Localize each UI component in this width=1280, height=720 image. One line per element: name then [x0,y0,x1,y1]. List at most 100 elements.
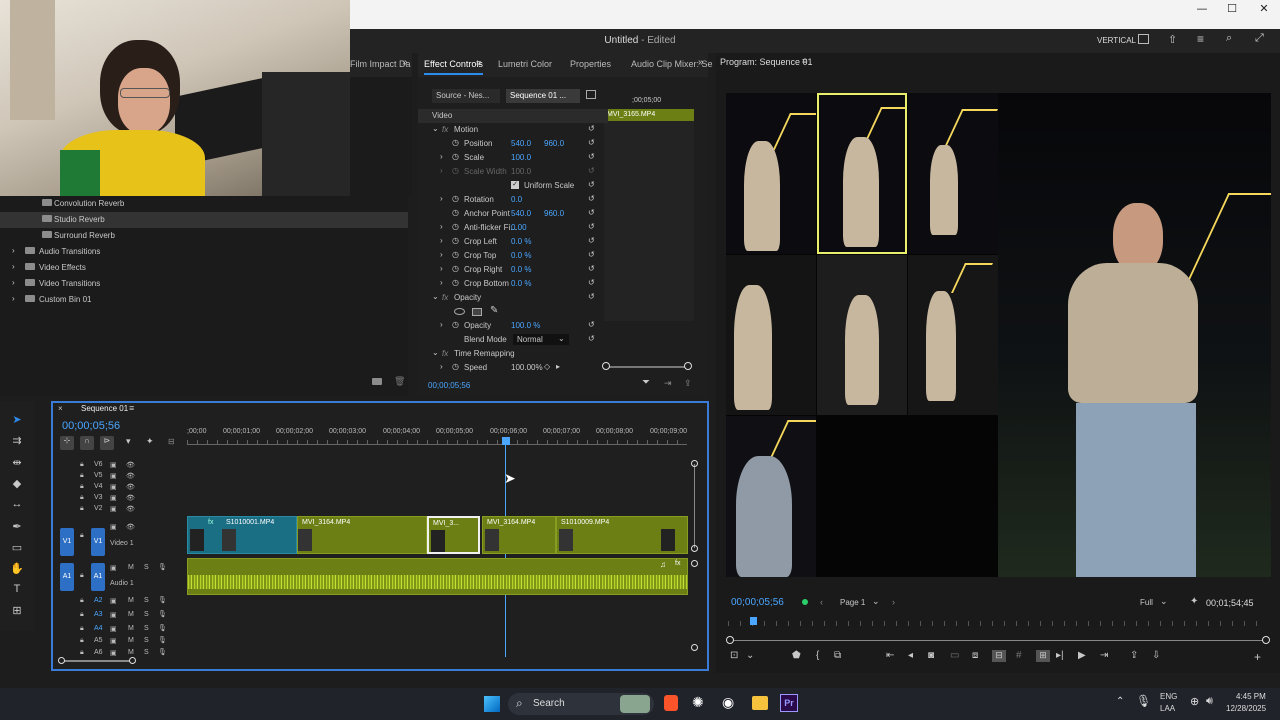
lock-icon[interactable]: 🔒︎ [80,505,84,513]
effect-opacity[interactable]: ⌄ fx Opacity ↺ [418,291,608,305]
horizontal-zoom-bar[interactable] [62,660,134,662]
network-icon[interactable]: ⊕ [1190,695,1199,708]
track-select-icon[interactable]: ⇉ [9,434,25,448]
multicam-icon[interactable]: ⊟ [992,650,1006,662]
filter-icon[interactable]: ⏷ [642,377,650,388]
rotation-value[interactable]: 0.0 [511,195,522,204]
stopwatch-icon[interactable]: ◷ [452,222,459,231]
razor-icon[interactable]: ◆ [9,477,25,491]
eye-icon[interactable]: 👁︎ [126,494,135,502]
clock-time[interactable]: 4:45 PM [1236,692,1266,701]
reset-icon[interactable]: ↺ [588,166,595,175]
timeline-timecode[interactable]: 00;00;05;56 [62,420,120,432]
stopwatch-icon[interactable]: ◷ [452,236,459,245]
ec-scroll-handle[interactable] [684,362,692,370]
solo-button[interactable]: S [144,564,149,571]
mic-icon[interactable]: 🎙︎ [158,624,167,632]
fx-icon[interactable]: fx [442,125,448,134]
lock-icon[interactable]: 🔒︎ [80,597,84,605]
chevron-right-icon[interactable]: › [12,294,15,303]
ec-scroll-handle[interactable] [602,362,610,370]
sequence-tab[interactable]: Sequence 01 [81,404,128,413]
fx-icon[interactable]: fx [442,293,448,302]
overwrite-icon[interactable]: ⇩ [1152,650,1160,661]
antiflicker-value[interactable]: 0.00 [511,223,527,232]
audio-clip[interactable]: ♫ fx [187,558,688,595]
source-patch-v1[interactable]: V1 [60,528,74,556]
scroll-handle[interactable] [691,644,698,651]
pen-icon[interactable]: ✒ [9,520,25,534]
tab-lumetri-color[interactable]: Lumetri Color [498,59,552,69]
camera-icon[interactable]: ◙ [928,650,934,661]
fullscreen-icon[interactable]: ⤢ [1255,32,1264,45]
ellipse-mask-icon[interactable] [454,308,465,315]
caption-icon[interactable]: ⊞ [9,604,25,618]
zoom-select[interactable]: Full [1136,596,1157,609]
volume-icon[interactable]: 🔊︎ [1206,695,1213,708]
workspace-label[interactable]: VERTICAL [1097,36,1136,45]
lock-icon[interactable]: 🔒︎ [80,637,84,645]
play-around-icon[interactable]: ▸| [1056,650,1064,661]
selection-tool-icon[interactable]: ➤ [9,413,25,427]
premiere-icon[interactable]: Pr [780,694,798,712]
position-y-value[interactable]: 960.0 [544,139,564,148]
solo-button[interactable]: S [144,637,149,644]
new-bin-icon[interactable] [372,378,382,385]
reset-icon[interactable]: ↺ [588,264,595,273]
solo-button[interactable]: S [144,597,149,604]
sync-icon[interactable]: ▣ [110,564,117,572]
solo-button[interactable]: S [144,649,149,656]
opacity-value[interactable]: 100.0 % [511,321,540,330]
mute-button[interactable]: M [128,649,134,656]
language-secondary[interactable]: LAA [1160,704,1175,713]
lock-icon[interactable]: 🔒︎ [80,625,84,633]
chevron-right-icon[interactable]: › [440,222,443,231]
tab-menu-icon[interactable]: ≡ [802,56,807,66]
layout-icon[interactable] [1138,34,1149,44]
chevron-down-icon[interactable]: ⌄ [432,292,439,301]
slip-icon[interactable]: ↔ [9,498,25,512]
folder-row[interactable]: › Audio Transitions [0,244,408,260]
captions-icon[interactable]: ⊟ [168,437,175,446]
sequence-tab[interactable]: Sequence 01 ... [506,89,580,103]
wrench-icon[interactable]: ✦ [1190,596,1198,607]
zoom-handle[interactable] [726,636,734,644]
chevron-down-icon[interactable]: ⌄ [432,124,439,133]
zoom-handle[interactable] [129,657,136,664]
chevron-right-icon[interactable]: › [440,278,443,287]
reset-icon[interactable]: ↺ [588,152,595,161]
ripple-edit-icon[interactable]: ⇹ [9,456,25,470]
chevron-right-icon[interactable]: › [12,262,15,271]
video-clip[interactable]: fxMVI_3164.MP4 [297,516,427,554]
sync-icon[interactable]: ▣ [110,483,117,491]
reset-icon[interactable]: ↺ [588,194,595,203]
stopwatch-icon[interactable]: ◷ [452,362,459,371]
eye-icon[interactable]: 👁︎ [126,483,135,491]
tab-menu-icon[interactable]: ≡ [476,58,481,68]
chevron-right-icon[interactable]: › [440,194,443,203]
stopwatch-icon[interactable]: ◷ [452,320,459,329]
mini-clip[interactable]: MVI_3165.MP4 [604,109,694,121]
crop-right-value[interactable]: 0.0 % [511,265,531,274]
track-target-v1[interactable]: V1 [91,528,105,556]
speed-value[interactable]: 100.00% [511,363,543,372]
folder-row[interactable]: › Video Effects [0,260,408,276]
mic-icon[interactable]: 🎙︎ [158,648,167,656]
reset-icon[interactable]: ↺ [588,180,595,189]
more-tabs-icon[interactable]: » [698,57,704,68]
eye-icon[interactable]: 👁︎ [126,523,135,531]
zoom-handle[interactable] [58,657,65,664]
compare-icon[interactable]: ⧈ [972,650,978,661]
vr-icon[interactable]: ▭ [950,650,959,661]
sync-icon[interactable]: ▣ [110,494,117,502]
mic-icon[interactable]: 🎙︎ [158,610,167,618]
minimize-button[interactable]: — [1186,2,1218,15]
stopwatch-icon[interactable]: ◷ [452,264,459,273]
close-sequence-icon[interactable]: × [58,404,63,413]
mute-button[interactable]: M [128,597,134,604]
chevron-down-icon[interactable]: ⌄ [746,650,754,661]
chevron-up-icon[interactable]: ⌃ [1116,696,1124,707]
lock-icon[interactable]: 🔒︎ [80,494,84,502]
sync-icon[interactable]: ▣ [110,637,117,645]
hand-icon[interactable]: ✋ [9,562,25,576]
